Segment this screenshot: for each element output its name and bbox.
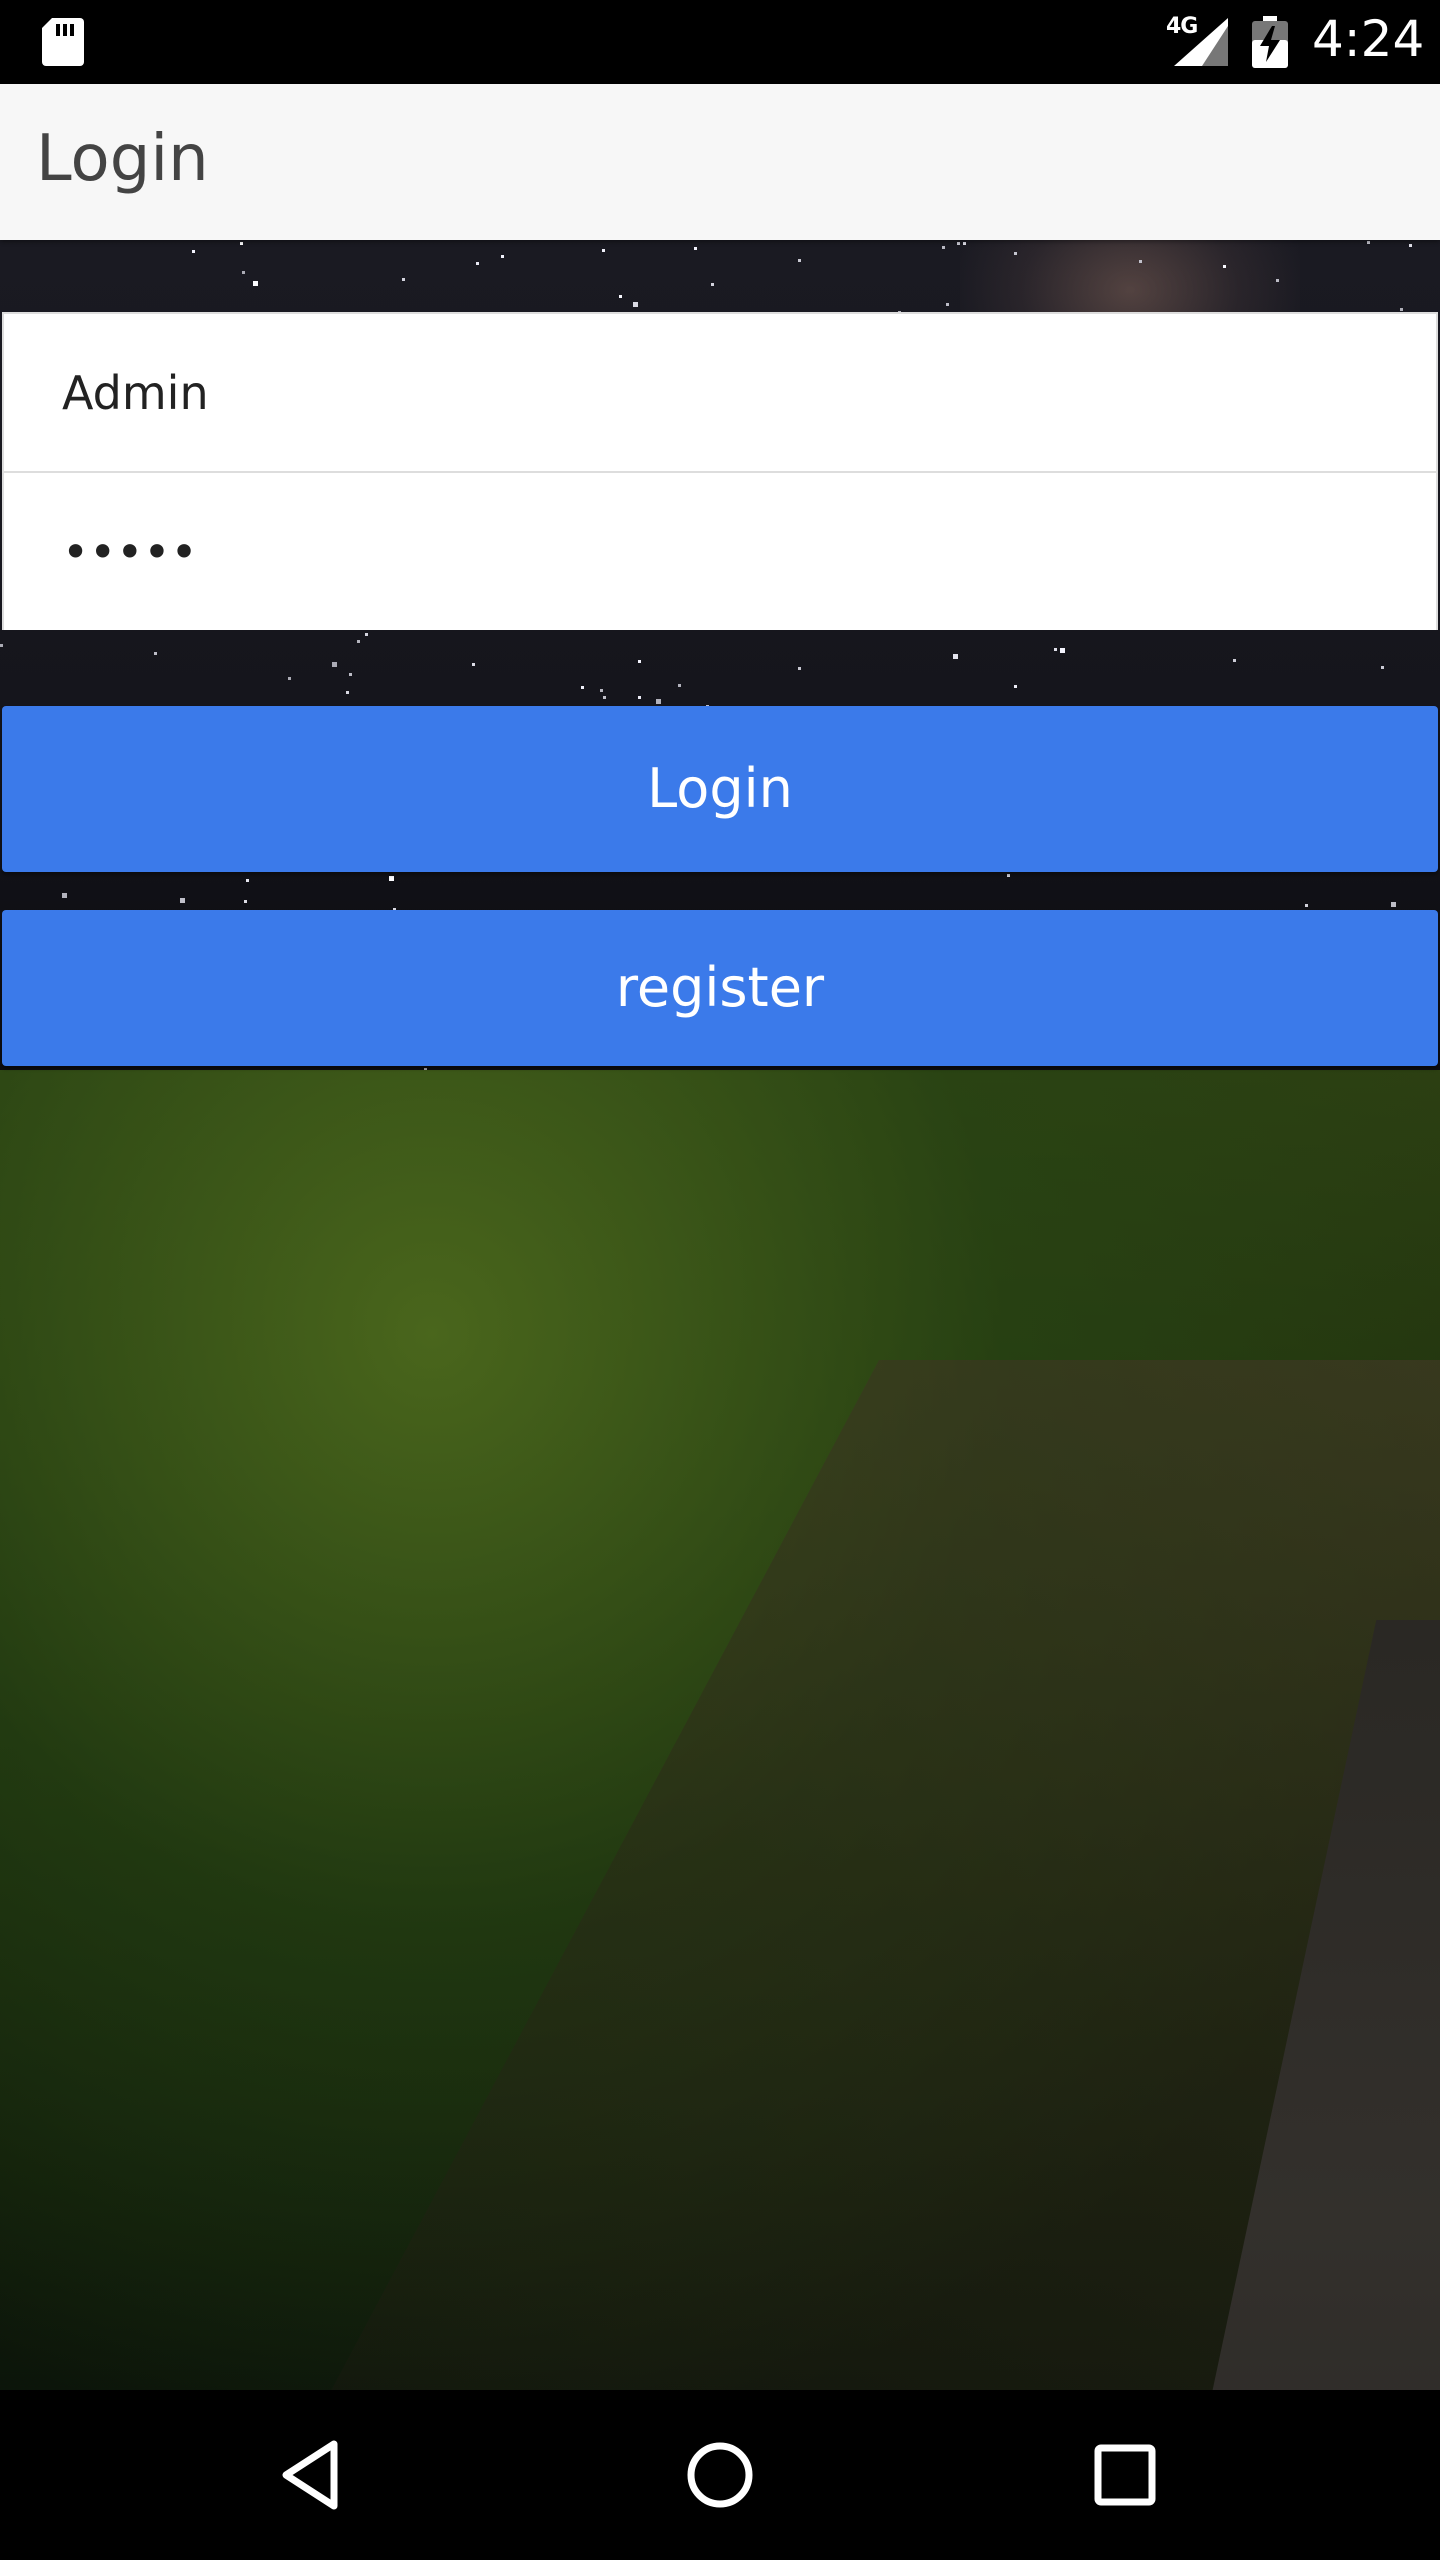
star: [357, 640, 360, 643]
star: [180, 898, 185, 903]
star: [0, 644, 3, 647]
status-bar: 4G 4:24: [0, 0, 1440, 84]
star: [240, 242, 243, 245]
star: [365, 633, 368, 636]
star: [678, 684, 681, 687]
star: [244, 900, 247, 903]
username-field[interactable]: [4, 314, 1436, 471]
star: [1276, 279, 1279, 282]
star: [1305, 904, 1308, 907]
star: [600, 689, 603, 692]
star: [389, 876, 394, 881]
star: [1367, 241, 1370, 244]
star: [946, 303, 949, 306]
star: [602, 249, 605, 252]
star: [942, 246, 945, 249]
battery-charging-icon: [1252, 16, 1288, 68]
star: [242, 271, 245, 274]
star: [1014, 252, 1017, 255]
star: [476, 262, 479, 265]
star: [501, 255, 504, 258]
sd-card-icon: [42, 18, 84, 66]
star: [603, 696, 606, 699]
star: [694, 247, 697, 250]
star: [957, 242, 960, 245]
star: [581, 686, 584, 689]
recents-icon[interactable]: [1080, 2430, 1170, 2520]
password-field[interactable]: [4, 473, 1436, 630]
register-button[interactable]: register: [2, 910, 1438, 1066]
star: [1007, 874, 1010, 877]
clock: 4:24: [1312, 10, 1425, 68]
star: [638, 696, 641, 699]
star: [288, 677, 291, 680]
login-form: [2, 312, 1438, 630]
star: [154, 652, 157, 655]
star: [192, 250, 195, 253]
star: [656, 699, 661, 704]
app-bar: Login: [0, 84, 1440, 240]
signal-icon: [1174, 18, 1228, 66]
star: [62, 893, 67, 898]
home-icon[interactable]: [675, 2430, 765, 2520]
star: [332, 662, 337, 667]
star: [1014, 685, 1017, 688]
star: [472, 663, 475, 666]
star: [1223, 265, 1226, 268]
star: [346, 691, 349, 694]
star: [1400, 308, 1403, 311]
star: [1391, 902, 1396, 907]
star: [711, 283, 714, 286]
star: [633, 302, 638, 307]
navigation-bar: [0, 2390, 1440, 2560]
star: [1409, 244, 1412, 247]
star: [1054, 648, 1057, 651]
star: [619, 295, 622, 298]
back-icon[interactable]: [268, 2430, 358, 2520]
star: [953, 654, 958, 659]
star: [798, 667, 801, 670]
star: [1139, 260, 1142, 263]
star: [402, 278, 405, 281]
star: [638, 660, 641, 663]
login-screen: 4G 4:24 Login Login register: [0, 0, 1440, 2560]
star: [1381, 666, 1384, 669]
login-button[interactable]: Login: [2, 706, 1438, 872]
star: [1060, 648, 1065, 653]
star: [349, 673, 352, 676]
star: [963, 242, 966, 245]
star: [253, 281, 258, 286]
star: [246, 879, 249, 882]
page-title: Login: [36, 122, 209, 196]
star: [798, 259, 801, 262]
star: [1233, 659, 1236, 662]
